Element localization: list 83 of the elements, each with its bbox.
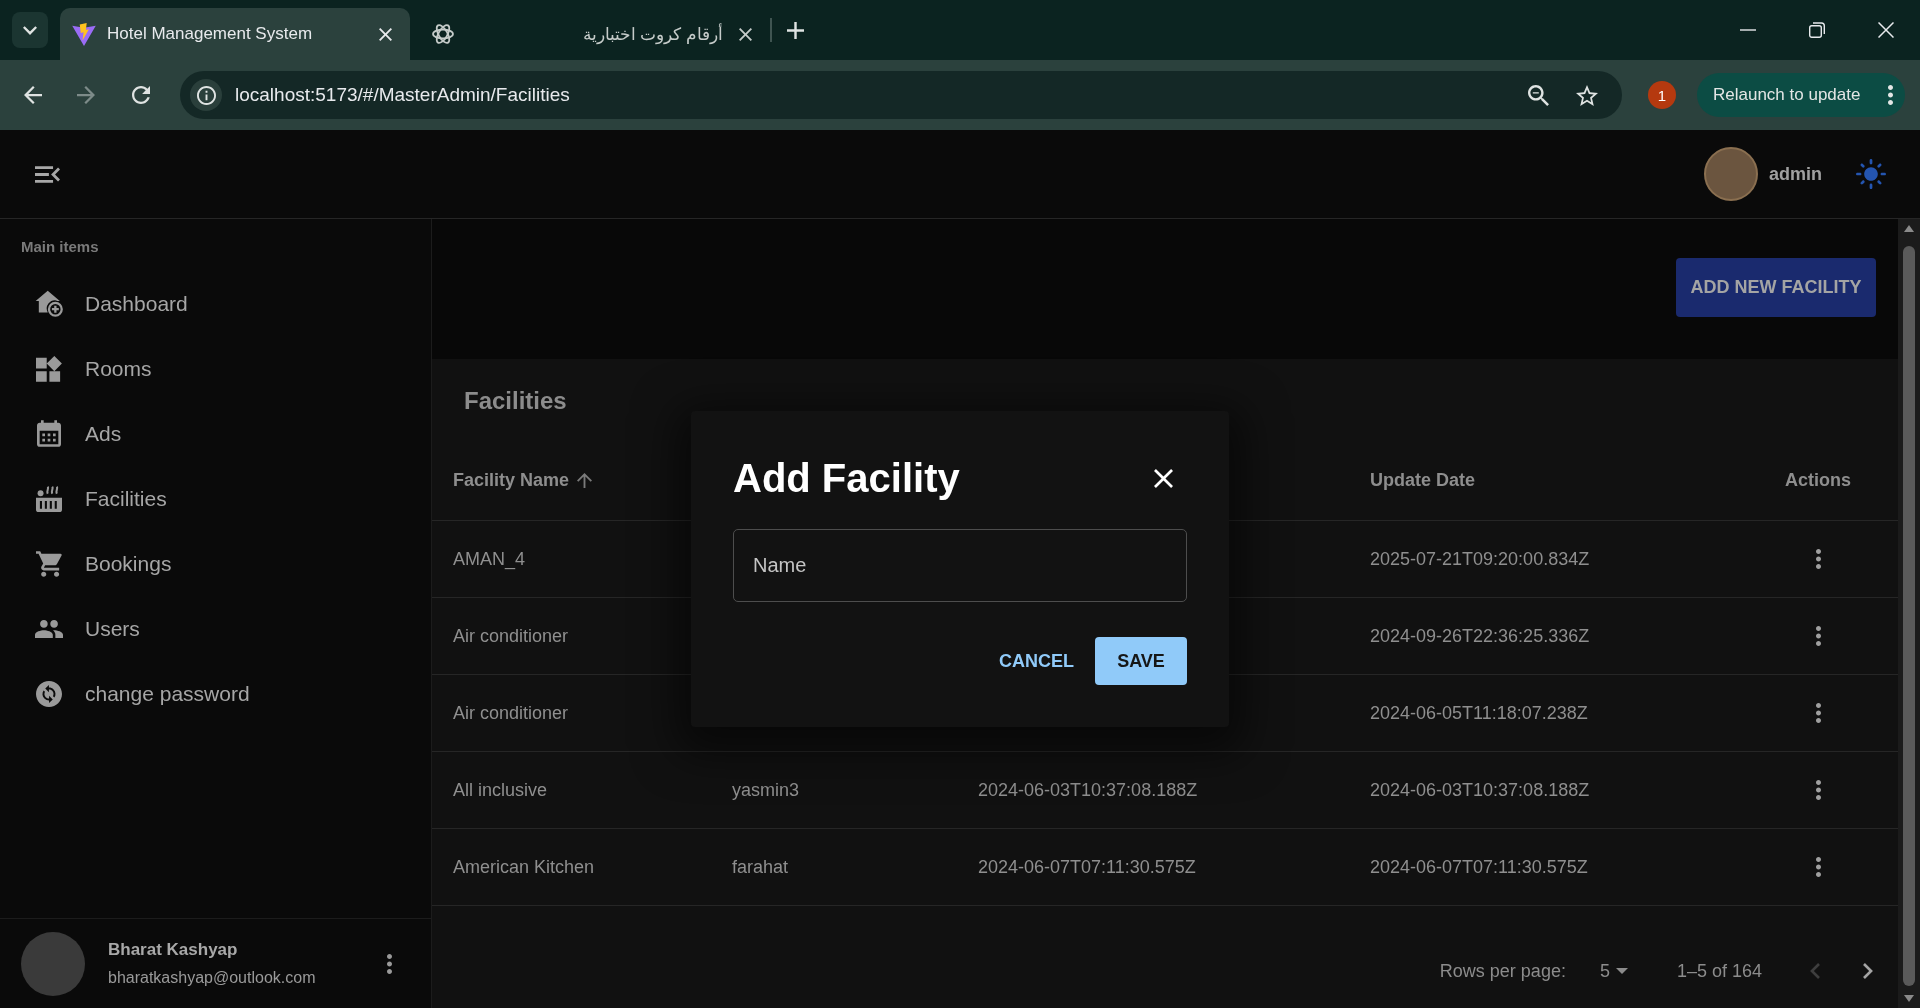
menu-collapse-icon	[35, 165, 60, 183]
arrow-right-icon	[77, 86, 95, 104]
sidebar-item[interactable]: Facilities	[0, 466, 431, 531]
minimize-icon	[1739, 29, 1756, 31]
browser-tab[interactable]: أرقام كروت اختبارية	[420, 8, 770, 60]
sidebar-item[interactable]: Dashboard	[0, 271, 431, 336]
account-name: Bharat Kashyap	[108, 940, 238, 960]
table-cell: 2024-09-26T22:36:25.336Z	[1370, 625, 1590, 646]
table-cell: 2024-06-03T10:37:08.188Z	[1370, 779, 1590, 800]
address-bar[interactable]: localhost:5173/#/MasterAdmin/Facilities	[180, 71, 1622, 119]
sidebar-item[interactable]: Ads	[0, 401, 431, 466]
table-cell: 2025-07-21T09:20:00.834Z	[1370, 548, 1590, 569]
squares-diamond-icon	[36, 355, 62, 382]
user-avatar[interactable]	[1704, 147, 1758, 201]
url-text: localhost:5173/#/MasterAdmin/Facilities	[235, 84, 570, 106]
table-cell: 2024-06-05T11:18:07.238Z	[1370, 702, 1588, 723]
account-email: bharatkashyap@outlook.com	[108, 969, 316, 987]
dots-vertical-icon	[1888, 85, 1893, 105]
chevron-left-icon	[1810, 963, 1820, 979]
add-facility-button[interactable]: ADD NEW FACILITY	[1676, 258, 1876, 317]
relaunch-button[interactable]: Relaunch to update	[1697, 73, 1905, 117]
table-cell: American Kitchen	[453, 856, 595, 877]
dots-vertical-icon	[1815, 626, 1821, 646]
close-icon	[1153, 468, 1173, 488]
section-title: Main items	[21, 237, 99, 257]
atom-icon	[432, 23, 454, 45]
sidebar-item[interactable]: Bookings	[0, 531, 431, 596]
dots-vertical-icon	[1815, 780, 1821, 800]
table-cell: 2024-06-07T07:11:30.575Z	[1370, 856, 1588, 877]
dots-vertical-icon	[1815, 549, 1821, 569]
plus-icon	[786, 21, 804, 39]
dots-vertical-icon	[386, 953, 392, 974]
notification-badge[interactable]: 1	[1648, 81, 1676, 109]
sun-icon	[1856, 159, 1886, 189]
table-cell: farahat	[732, 856, 789, 877]
tub-steam-icon	[36, 485, 62, 512]
close-icon	[738, 27, 752, 41]
page-range: 1–5 of 164	[1676, 960, 1762, 982]
arrow-left-icon	[24, 86, 42, 104]
table-cell: Air conditioner	[453, 702, 569, 723]
chevron-right-icon	[1863, 963, 1873, 979]
scrollbar[interactable]	[1898, 219, 1920, 1008]
theme-toggle-button[interactable]	[1856, 159, 1886, 189]
table-cell: 2024-06-03T10:37:08.188Z	[978, 779, 1198, 800]
cart-icon	[35, 550, 63, 577]
close-icon	[1877, 22, 1894, 38]
name-field[interactable]: Name	[733, 529, 1187, 602]
close-icon	[378, 27, 392, 41]
people-icon	[35, 619, 63, 638]
info-icon	[196, 85, 216, 105]
sidebar-item[interactable]: change password	[0, 661, 431, 726]
table-cell: yasmin3	[732, 779, 800, 800]
table-cell: Air conditioner	[453, 625, 569, 646]
restore-icon	[1808, 22, 1825, 38]
star-icon	[1576, 84, 1598, 106]
tab-list-button[interactable]	[12, 12, 48, 48]
dots-vertical-icon	[1815, 703, 1821, 723]
zoom-out-icon	[1527, 84, 1549, 106]
chevron-down-icon	[23, 25, 37, 35]
reload-icon	[132, 86, 150, 104]
house-plus-icon	[35, 290, 63, 317]
site-info-button[interactable]	[190, 79, 222, 111]
column-header[interactable]: Facility Name	[453, 470, 593, 491]
table-cell: All inclusive	[453, 779, 548, 800]
column-header: Update Date	[1370, 470, 1476, 491]
menu-button[interactable]	[35, 165, 60, 183]
sidebar-item[interactable]: Users	[0, 596, 431, 661]
table-title: Facilities	[464, 386, 567, 416]
sidebar-item[interactable]: Rooms	[0, 336, 431, 401]
caret-down-icon	[1615, 968, 1628, 974]
dots-vertical-icon	[1815, 857, 1821, 877]
cancel-button[interactable]: CANCEL	[991, 637, 1082, 685]
table-cell: AMAN_4	[453, 548, 526, 569]
column-header: Actions	[1785, 470, 1851, 491]
bolt-logo-icon	[72, 22, 96, 46]
calendar-icon	[37, 420, 61, 447]
dialog-title: Add Facility	[733, 455, 960, 501]
rows-per-page-select[interactable]: 5	[1599, 953, 1628, 989]
user-name: admin	[1769, 163, 1822, 185]
table-cell: 2024-06-07T07:11:30.575Z	[978, 856, 1196, 877]
rows-per-page-label: Rows per page:	[1439, 960, 1566, 982]
browser-tab[interactable]: Hotel Management System	[60, 8, 410, 60]
save-button[interactable]: SAVE	[1095, 637, 1187, 685]
